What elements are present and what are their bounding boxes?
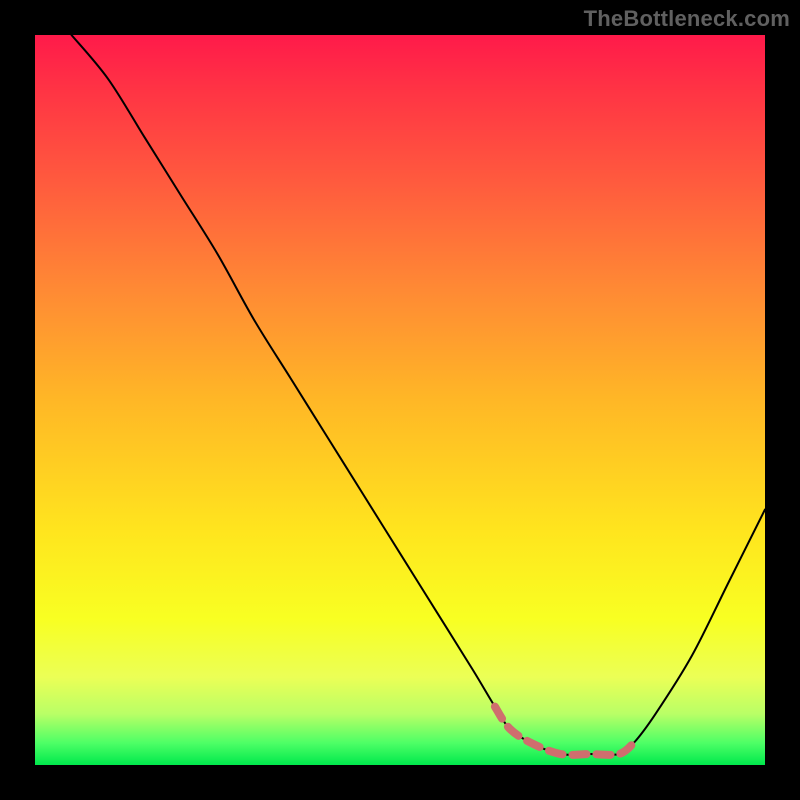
bottleneck-curve-path [72, 35, 766, 755]
watermark-text: TheBottleneck.com [584, 6, 790, 32]
chart-svg [35, 35, 765, 765]
optimal-range-marker-path [495, 707, 634, 755]
chart-container: TheBottleneck.com [0, 0, 800, 800]
plot-area [35, 35, 765, 765]
